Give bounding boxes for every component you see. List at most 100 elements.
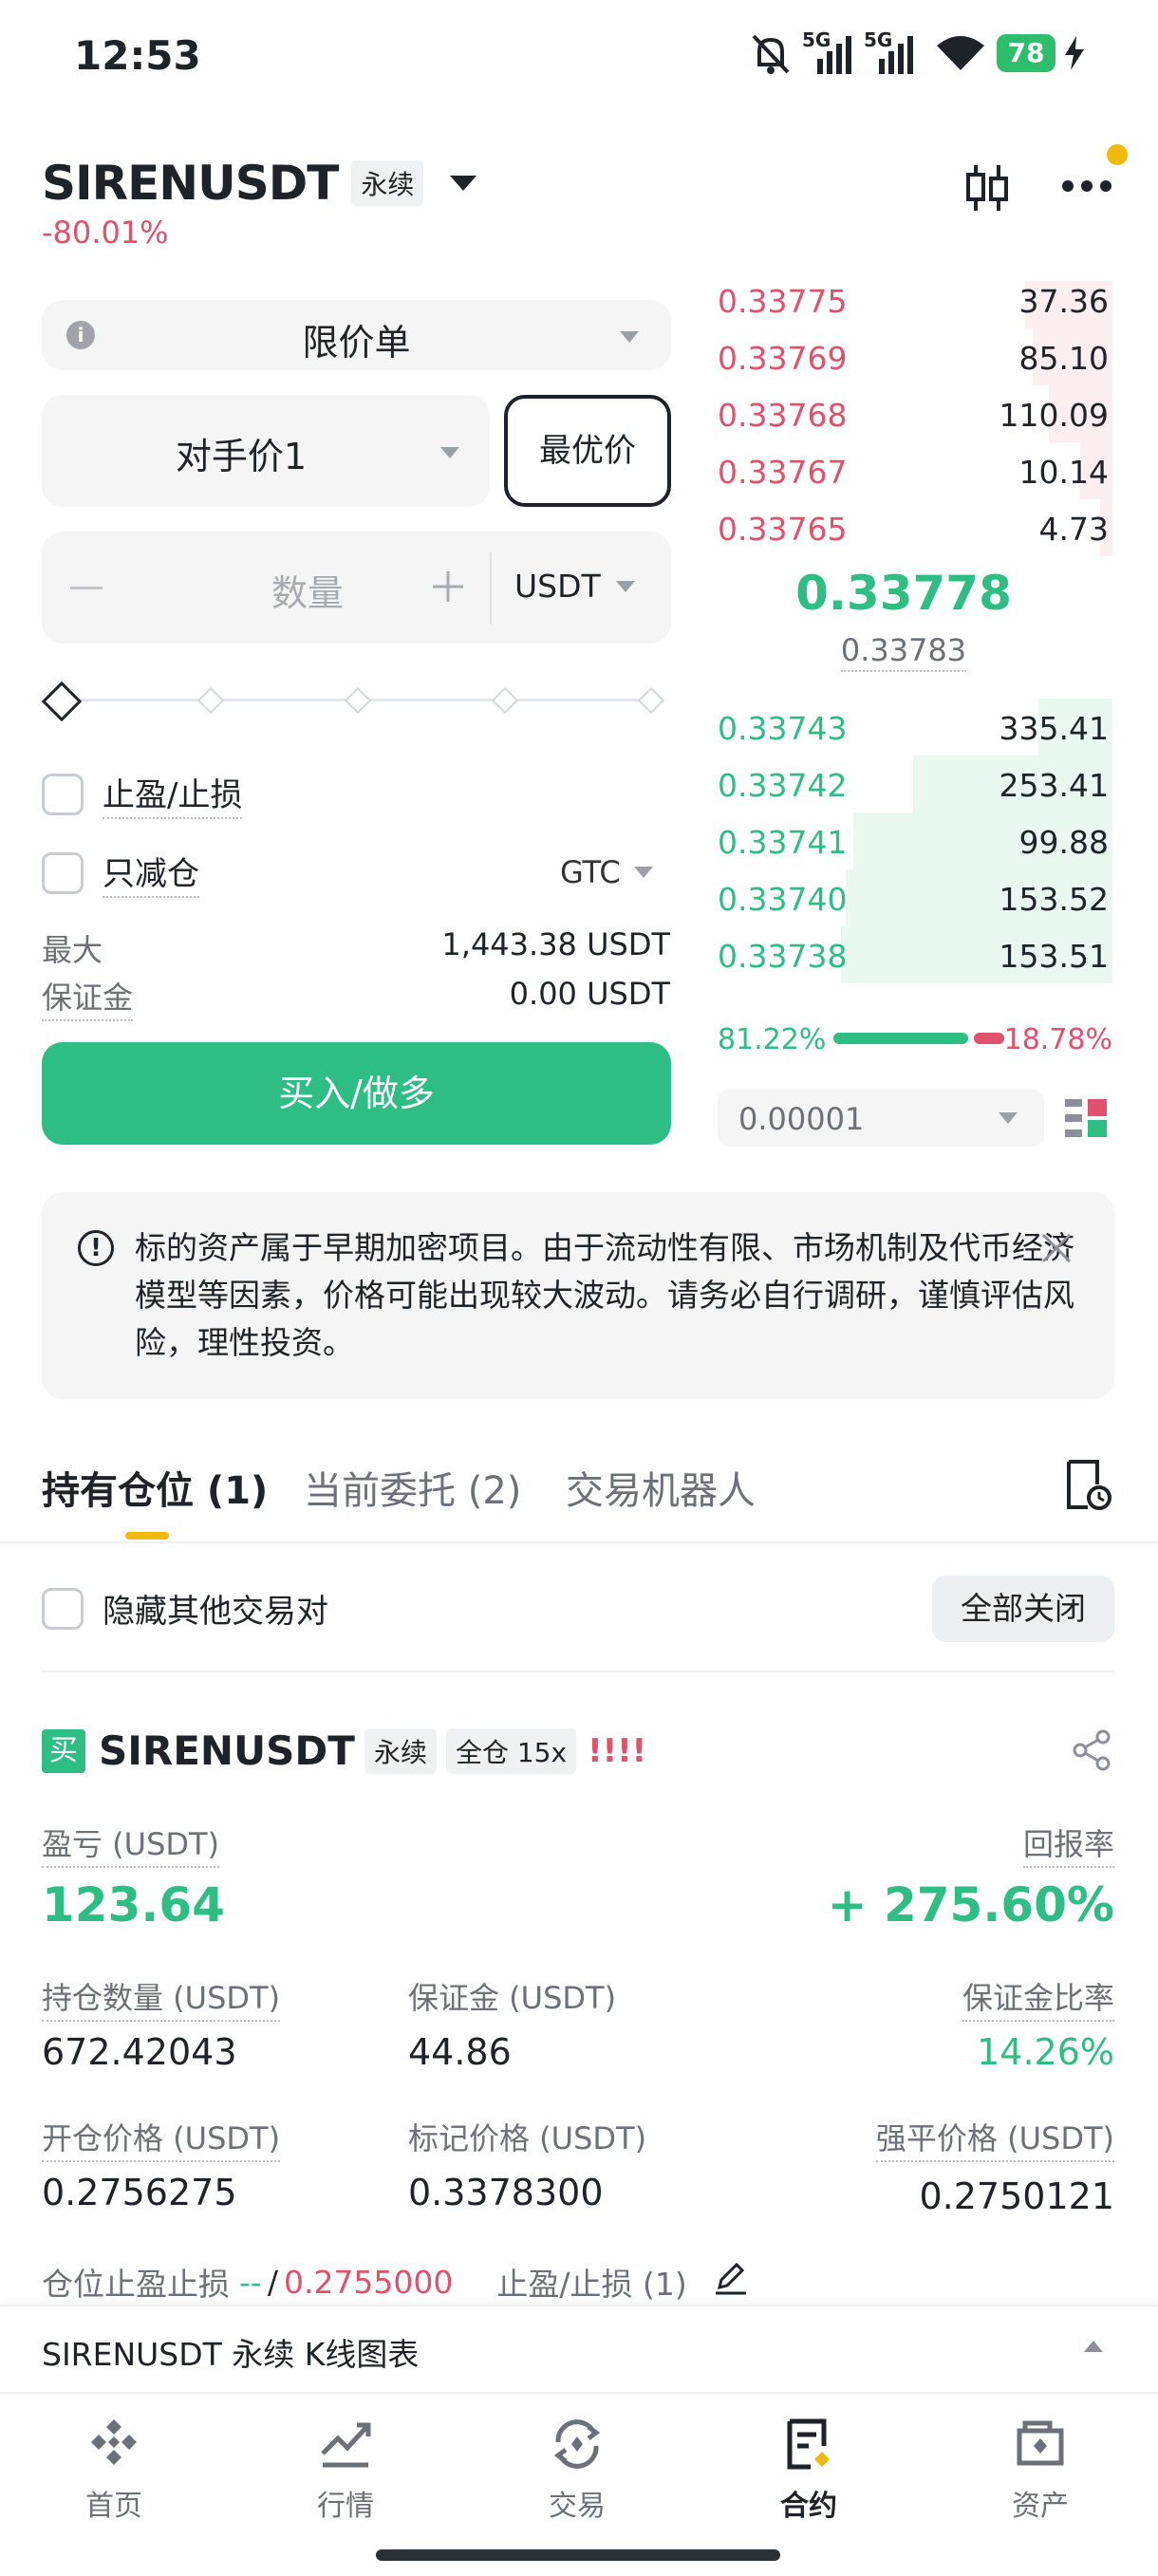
quantity-slider[interactable] [41,680,668,722]
roe-label: 回报率 [1022,1820,1114,1868]
plus-icon[interactable] [431,569,465,607]
tab-open-orders[interactable]: 当前委托 (2) [304,1460,521,1515]
nav-futures[interactable]: 合约 [733,2416,885,2524]
bid-quantity: 253.41 [999,767,1109,804]
tif-select[interactable]: GTC [560,854,653,890]
order-type-select[interactable]: i 限价单 [42,300,671,370]
risk-notice: ! 标的资产属于早期加密项目。由于流动性有限、市场机制及代币经济模型等因素，价格… [42,1192,1114,1399]
mark-price[interactable]: 0.33783 [714,632,1093,672]
bid-row[interactable]: 0.33740 153.52 [714,869,1112,926]
buy-long-button[interactable]: 买入/做多 [42,1042,671,1145]
close-all-button[interactable]: 全部关闭 [932,1576,1114,1642]
price-mode-select[interactable]: 对手价1 [42,395,490,507]
bid-quantity: 335.41 [999,710,1109,747]
tabs-divider [0,1541,1158,1543]
battery-icon: 78 [997,34,1055,72]
more-icon[interactable] [1061,178,1112,196]
ask-quantity: 4.73 [1038,511,1109,548]
reduce-only-checkbox[interactable]: 只减仓 [42,848,199,898]
position-type-badge: 永续 [364,1727,437,1774]
orderbook-layout-icon[interactable] [1063,1095,1109,1145]
hide-other-pairs-label: 隐藏其他交易对 [103,1593,328,1631]
ask-row[interactable]: 0.33775 37.36 [714,281,1112,328]
hide-other-pairs-checkbox[interactable]: 隐藏其他交易对 [42,1585,328,1632]
position-card[interactable]: 买 SIRENUSDT 永续 全仓 15x !!!! 盈亏 (USDT) 回报率… [0,1708,1158,2303]
bid-row[interactable]: 0.33738 153.51 [714,926,1112,983]
best-price-button[interactable]: 最优价 [504,395,671,507]
ask-row[interactable]: 0.33768 110.09 [714,385,1112,442]
divider [490,552,492,625]
max-value: 1,443.38 USDT [441,926,670,962]
ask-price: 0.33765 [718,511,848,548]
chevron-up-icon[interactable] [1084,2341,1103,2352]
home-icon [91,2419,137,2465]
header: SIRENUSDT 永续 -80.01% [0,142,1158,256]
precision-select[interactable]: 0.00001 [718,1090,1044,1147]
close-icon[interactable] [1040,1232,1073,1268]
quantity-stepper[interactable]: 数量 USDT [42,532,671,644]
symbol-selector[interactable]: SIRENUSDT 永续 [42,156,477,211]
wifi-icon [935,34,986,76]
tp-sl-checkbox[interactable]: 止盈/止损 [42,769,243,819]
notification-dot [1107,144,1128,165]
chevron-down-icon [999,1112,1018,1124]
bid-quantity: 99.88 [1018,824,1109,861]
futures-icon [787,2418,830,2470]
charging-icon [1065,36,1084,74]
ask-quantity: 10.14 [1018,454,1109,491]
margin-value: 0.00 USDT [509,976,670,1012]
bid-price: 0.33741 [718,824,848,861]
tab-positions[interactable]: 持有仓位 (1) [42,1460,268,1515]
sell-ratio-fill [974,1033,1004,1044]
tpsl-label: 仓位止盈止损 [42,2266,230,2303]
liq-label: 强平价格 (USDT) [875,2115,1114,2162]
minus-icon[interactable] [70,587,103,589]
order-type-label: 限价单 [302,322,411,364]
nav-home[interactable]: 首页 [38,2416,190,2524]
long-side-badge: 买 [42,1728,85,1773]
slider-handle[interactable] [41,681,83,722]
margin-label: 保证金 (USDT) [408,1980,617,2016]
nav-trade[interactable]: 交易 [501,2416,653,2524]
tab-trading-bots[interactable]: 交易机器人 [566,1460,756,1515]
bid-row[interactable]: 0.33742 253.41 [714,756,1112,812]
quantity-input[interactable]: 数量 [156,564,459,616]
chart-icon [321,2422,371,2468]
nav-markets[interactable]: 行情 [270,2416,421,2524]
warning-icon: ! [78,1230,114,1266]
unit-select[interactable]: USDT [514,568,635,605]
bid-row[interactable]: 0.33743 335.41 [714,699,1112,756]
home-indicator [376,2549,780,2561]
tp-value: -- [239,2263,262,2301]
candlestick-icon[interactable] [964,161,1010,218]
tpsl-separator: / [267,2263,278,2301]
contract-type-badge: 永续 [351,160,424,206]
nav-assets[interactable]: 资产 [964,2416,1116,2524]
ask-quantity: 85.10 [1018,340,1109,377]
ask-price: 0.33775 [718,283,848,320]
liq-value: 0.2750121 [919,2175,1115,2217]
sl-value: 0.2755000 [283,2263,454,2301]
edit-icon[interactable] [712,2259,750,2305]
status-bar: 12:53 5G 5G 78 [0,0,1158,104]
bid-quantity: 153.51 [999,938,1109,975]
share-icon[interactable] [1071,1729,1112,1775]
position-tpsl-row[interactable]: 仓位止盈止损 -- / 0.2755000 止盈/止损 (1) [42,2259,750,2305]
mute-icon [750,32,792,80]
entry-value: 0.2756275 [42,2172,237,2213]
ask-price: 0.33767 [718,454,848,491]
ask-row[interactable]: 0.33769 85.10 [714,328,1112,385]
kline-chart-label: SIRENUSDT 永续 K线图表 [42,2336,420,2373]
last-price[interactable]: 0.33778 [714,566,1093,621]
price-mode-label: 对手价1 [175,436,308,477]
roe-value: + 275.60% [827,1877,1114,1932]
history-icon[interactable] [1063,1458,1112,1515]
bid-row[interactable]: 0.33741 99.88 [714,812,1112,869]
kline-chart-bar[interactable]: SIRENUSDT 永续 K线图表 [0,2305,1158,2392]
bid-price: 0.33740 [718,881,848,918]
bid-price: 0.33743 [718,710,848,747]
ask-row[interactable]: 0.33765 4.73 [714,499,1112,556]
ask-row[interactable]: 0.33767 10.14 [714,442,1112,499]
symbol-dropdown-icon [450,176,477,191]
margin-mode-badge[interactable]: 全仓 15x [445,1727,577,1774]
